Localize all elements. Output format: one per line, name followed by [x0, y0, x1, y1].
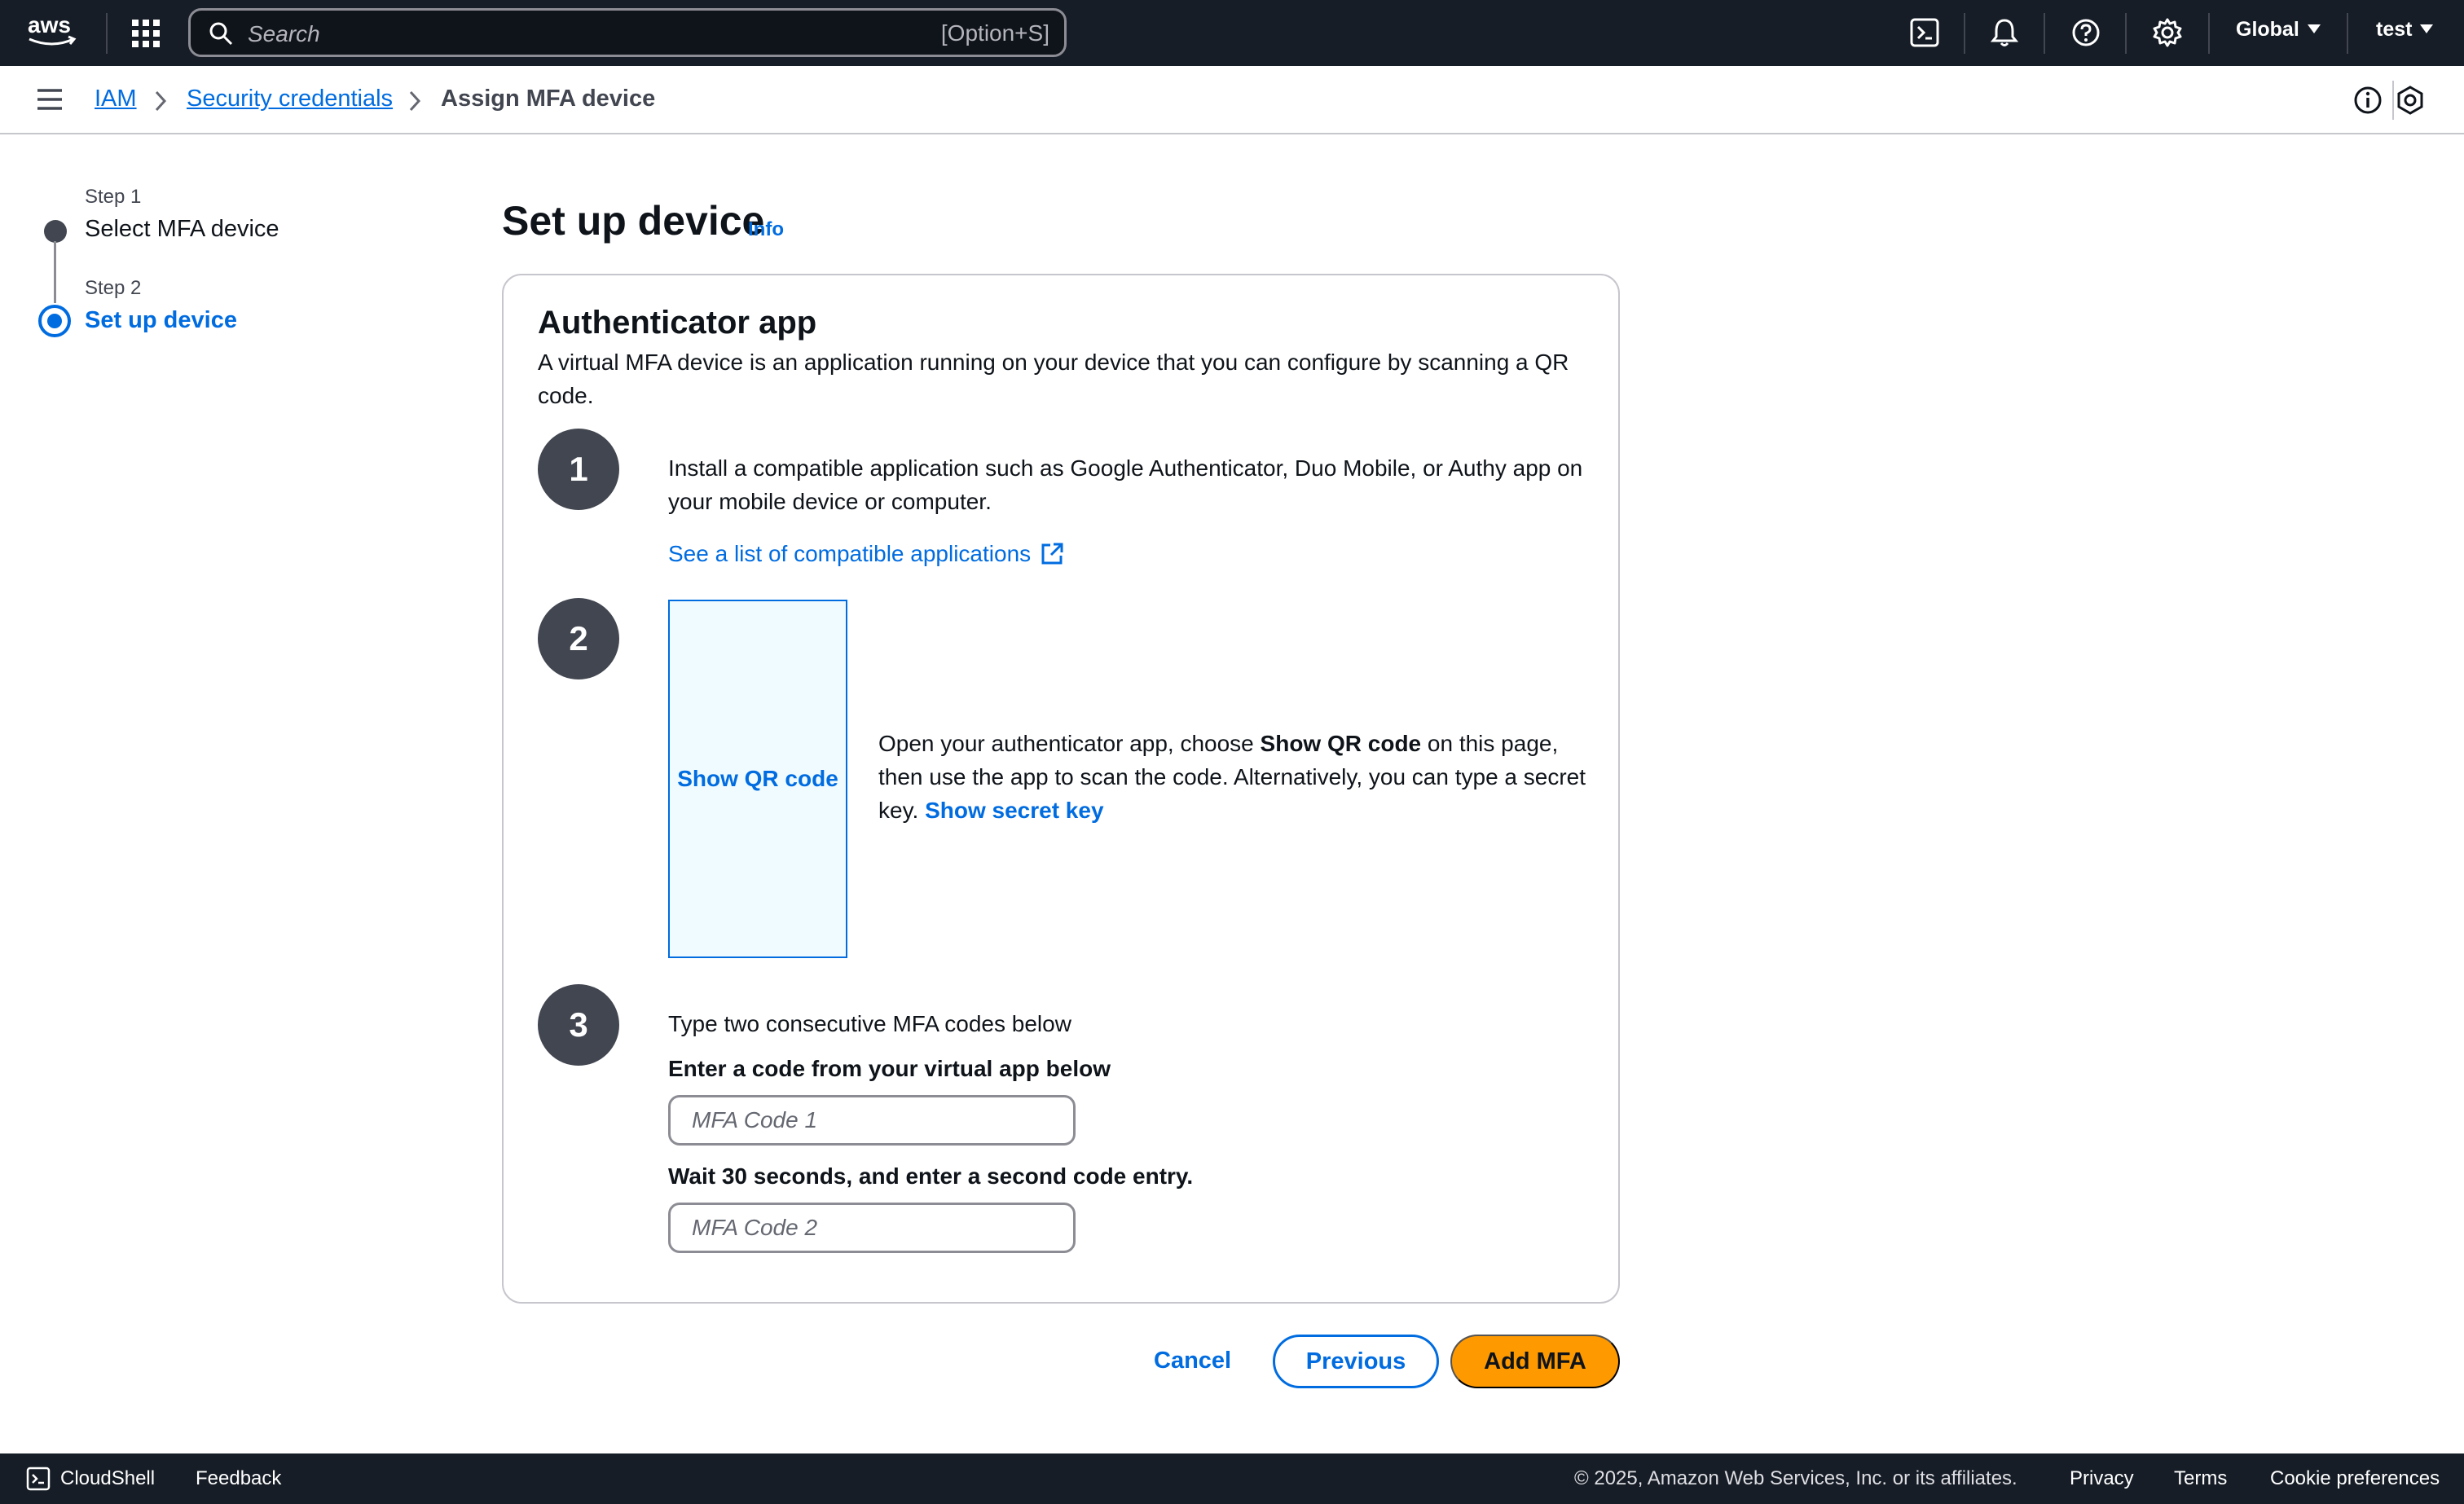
top-navigation: aws Search [Option+S] Global test — [0, 0, 2464, 66]
step-2-title: Set up device — [85, 307, 237, 333]
step-1-label: Step 1 — [85, 186, 142, 208]
copyright-text: © 2025, Amazon Web Services, Inc. or its… — [1574, 1467, 2017, 1489]
install-instructions: Install a compatible application such as… — [668, 455, 1583, 514]
nav-divider — [2125, 13, 2127, 54]
apps-grid-icon[interactable] — [130, 18, 161, 49]
cloudshell-icon[interactable] — [1908, 16, 1941, 49]
mfa-code-2-label: Wait 30 seconds, and enter a second code… — [668, 1163, 1194, 1189]
cancel-button[interactable]: Cancel — [1154, 1348, 1231, 1374]
cookie-preferences-link[interactable]: Cookie preferences — [2270, 1467, 2440, 1490]
caret-down-icon — [2307, 24, 2321, 33]
qr-instructions-text-1: Open your authenticator app, choose — [878, 731, 1261, 756]
account-label: test — [2376, 18, 2413, 41]
help-icon[interactable] — [2070, 16, 2102, 49]
card-description: A virtual MFA device is an application r… — [538, 350, 1569, 408]
qr-instructions: Open your authenticator app, choose Show… — [878, 727, 1587, 827]
privacy-link[interactable]: Privacy — [2070, 1467, 2134, 1490]
show-secret-key-link[interactable]: Show secret key — [925, 798, 1103, 823]
region-selector[interactable]: Global — [2236, 18, 2321, 42]
step-number-3: 3 — [538, 984, 619, 1066]
search-placeholder: Search — [248, 21, 320, 46]
cloudshell-icon[interactable] — [26, 1467, 51, 1491]
compatible-apps-link-label: See a list of compatible applications — [668, 541, 1032, 566]
step-number-2: 2 — [538, 598, 619, 679]
breadcrumb-iam[interactable]: IAM — [95, 86, 137, 112]
step-number-1: 1 — [538, 429, 619, 510]
nav-divider — [2347, 13, 2348, 54]
mfa-code-1-label: Enter a code from your virtual app below — [668, 1056, 1111, 1081]
account-menu[interactable]: test — [2376, 18, 2434, 42]
menu-icon[interactable] — [36, 87, 64, 112]
region-label: Global — [2236, 18, 2299, 41]
card-title: Authenticator app — [538, 305, 817, 341]
previous-button[interactable]: Previous — [1273, 1335, 1439, 1388]
mfa-codes-intro: Type two consecutive MFA codes below — [668, 1011, 1071, 1036]
info-icon[interactable] — [2352, 84, 2384, 117]
qr-instructions-bold: Show QR code — [1260, 731, 1422, 756]
page-title: Set up device — [502, 198, 765, 244]
nav-divider — [2044, 13, 2045, 54]
qr-code-box[interactable]: Show QR code — [668, 600, 847, 958]
hexagon-icon[interactable] — [2394, 84, 2427, 117]
chevron-right-icon — [409, 90, 421, 112]
step-connector — [54, 241, 56, 303]
step-1-title[interactable]: Select MFA device — [85, 216, 279, 243]
terms-link[interactable]: Terms — [2174, 1467, 2227, 1490]
nav-divider — [106, 13, 108, 54]
step-1-indicator — [44, 220, 67, 243]
step-2-label: Step 2 — [85, 277, 142, 299]
breadcrumb-bar: IAM Security credentials Assign MFA devi… — [0, 66, 2464, 134]
breadcrumb-security-credentials[interactable]: Security credentials — [187, 86, 393, 112]
cloudshell-link[interactable]: CloudShell — [60, 1467, 155, 1490]
search-input[interactable]: Search [Option+S] — [188, 8, 1067, 57]
add-mfa-button[interactable]: Add MFA — [1450, 1335, 1620, 1388]
search-shortcut: [Option+S] — [940, 20, 1049, 46]
gear-icon[interactable] — [2151, 16, 2184, 49]
authenticator-app-card: Authenticator app A virtual MFA device i… — [502, 274, 1620, 1304]
mfa-code-2-input[interactable] — [668, 1203, 1076, 1253]
external-link-icon — [1041, 543, 1063, 565]
compatible-apps-link[interactable]: See a list of compatible applications — [668, 541, 1065, 567]
search-icon — [209, 22, 233, 46]
aws-logo[interactable]: aws — [26, 11, 78, 51]
svg-text:aws: aws — [28, 12, 71, 37]
feedback-link[interactable]: Feedback — [196, 1467, 281, 1490]
nav-divider — [2208, 13, 2210, 54]
step-2-indicator — [38, 305, 71, 337]
caret-down-icon — [2420, 24, 2434, 33]
footer: CloudShell Feedback © 2025, Amazon Web S… — [0, 1453, 2464, 1504]
mfa-code-1-input[interactable] — [668, 1095, 1076, 1146]
bell-icon[interactable] — [1988, 16, 2021, 49]
breadcrumb-current: Assign MFA device — [441, 86, 656, 112]
info-link[interactable]: Info — [748, 218, 784, 241]
chevron-right-icon — [155, 90, 167, 112]
show-qr-code-link[interactable]: Show QR code — [677, 766, 838, 792]
nav-divider — [1964, 13, 1965, 54]
